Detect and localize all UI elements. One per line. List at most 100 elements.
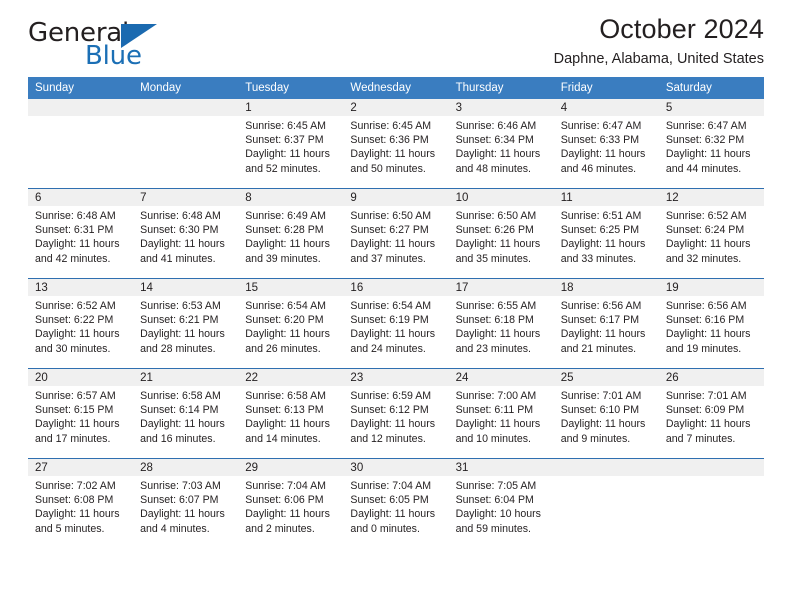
day-sun-info: Sunrise: 6:53 AM Sunset: 6:21 PM Daylight:… [133, 296, 238, 356]
day-info-line: Sunrise: 6:56 AM [560, 300, 642, 312]
day-cell[interactable]: 27 Sunrise: 7:02 AM Sunset: 6:08 PM Dayligh… [28, 459, 134, 548]
calendar-cell[interactable]: 10 Sunrise: 6:50 AM Sunset: 6:26 PM Dayligh… [448, 188, 554, 279]
calendar-cell[interactable]: 13 Sunrise: 6:52 AM Sunset: 6:22 PM Dayligh… [28, 278, 134, 369]
calendar-cell[interactable]: 6 Sunrise: 6:48 AM Sunset: 6:31 PM Daylight… [28, 188, 134, 279]
day-cell[interactable]: 30 Sunrise: 7:04 AM Sunset: 6:05 PM Dayligh… [343, 459, 449, 548]
calendar-cell[interactable]: 7 Sunrise: 6:48 AM Sunset: 6:30 PM Daylight… [133, 188, 239, 279]
day-cell[interactable]: 2 Sunrise: 6:45 AM Sunset: 6:36 PM Daylight… [343, 99, 449, 188]
day-cell[interactable]: 23 Sunrise: 6:59 AM Sunset: 6:12 PM Dayligh… [343, 369, 449, 458]
day-cell[interactable]: 24 Sunrise: 7:00 AM Sunset: 6:11 PM Dayligh… [448, 369, 554, 458]
day-cell[interactable]: 18 Sunrise: 6:56 AM Sunset: 6:17 PM Dayligh… [553, 279, 659, 368]
day-cell[interactable]: 4 Sunrise: 6:47 AM Sunset: 6:33 PM Daylight… [553, 99, 659, 188]
day-info-line: and 5 minutes. [35, 522, 105, 535]
day-cell[interactable]: 7 Sunrise: 6:48 AM Sunset: 6:30 PM Daylight… [133, 189, 239, 278]
calendar-cell[interactable]: 24 Sunrise: 7:00 AM Sunset: 6:11 PM Dayligh… [448, 368, 554, 459]
calendar-cell[interactable]: 1 Sunrise: 6:45 AM Sunset: 6:37 PM Daylight… [238, 99, 344, 189]
calendar-cell[interactable]: 28 Sunrise: 7:03 AM Sunset: 6:07 PM Dayligh… [133, 458, 239, 548]
calendar-cell[interactable]: 21 Sunrise: 6:58 AM Sunset: 6:14 PM Dayligh… [133, 368, 239, 459]
day-cell[interactable]: 31 Sunrise: 7:05 AM Sunset: 6:04 PM Dayligh… [448, 459, 554, 548]
day-cell[interactable]: 10 Sunrise: 6:50 AM Sunset: 6:26 PM Dayligh… [448, 189, 554, 278]
calendar-cell[interactable]: 16 Sunrise: 6:54 AM Sunset: 6:19 PM Dayligh… [343, 278, 449, 369]
day-info-line: Sunrise: 6:55 AM [455, 300, 537, 312]
calendar-cell[interactable]: 26 Sunrise: 7:01 AM Sunset: 6:09 PM Dayligh… [658, 368, 764, 459]
calendar-cell[interactable]: 12 Sunrise: 6:52 AM Sunset: 6:24 PM Dayligh… [658, 188, 764, 279]
day-number: 29 [238, 459, 344, 476]
calendar-cell[interactable]: 8 Sunrise: 6:49 AM Sunset: 6:28 PM Daylight… [238, 188, 344, 279]
calendar-cell[interactable]: 31 Sunrise: 7:05 AM Sunset: 6:04 PM Dayligh… [448, 458, 554, 548]
day-cell[interactable]: 1 Sunrise: 6:45 AM Sunset: 6:37 PM Daylight… [238, 99, 344, 188]
day-cell[interactable]: 9 Sunrise: 6:50 AM Sunset: 6:27 PM Daylight… [343, 189, 449, 278]
general-blue-logo[interactable]: General Blue [28, 18, 218, 71]
weekday-header-row: Sunday Monday Tuesday Wednesday Thursday… [28, 77, 764, 99]
day-sun-info: Sunrise: 7:01 AM Sunset: 6:10 PM Daylight:… [554, 386, 659, 446]
day-info-line: and 41 minutes. [140, 252, 216, 265]
calendar-cell[interactable]: 3 Sunrise: 6:46 AM Sunset: 6:34 PM Daylight… [448, 99, 554, 189]
day-info-line: Daylight: 11 hours [245, 238, 330, 251]
weekday-header-wednesday: Wednesday [343, 77, 449, 99]
calendar-cell[interactable]: 27 Sunrise: 7:02 AM Sunset: 6:08 PM Dayligh… [28, 458, 134, 548]
day-cell[interactable]: 5 Sunrise: 6:47 AM Sunset: 6:32 PM Daylight… [658, 99, 764, 188]
day-info-line: Sunset: 6:14 PM [140, 404, 219, 417]
calendar-cell[interactable] [658, 458, 764, 548]
day-info-line: Sunset: 6:31 PM [35, 224, 114, 237]
day-cell[interactable]: 21 Sunrise: 6:58 AM Sunset: 6:14 PM Dayligh… [133, 369, 239, 458]
day-cell[interactable]: 29 Sunrise: 7:04 AM Sunset: 6:06 PM Dayligh… [238, 459, 344, 548]
day-number: 16 [343, 279, 449, 296]
day-cell[interactable]: 26 Sunrise: 7:01 AM Sunset: 6:09 PM Dayligh… [658, 369, 764, 458]
weekday-header-monday: Monday [133, 77, 239, 99]
day-cell[interactable]: 28 Sunrise: 7:03 AM Sunset: 6:07 PM Dayligh… [133, 459, 239, 548]
day-info-line: Daylight: 11 hours [455, 148, 541, 161]
calendar-cell[interactable]: 18 Sunrise: 6:56 AM Sunset: 6:17 PM Dayligh… [553, 278, 659, 369]
day-cell[interactable]: 14 Sunrise: 6:53 AM Sunset: 6:21 PM Dayligh… [133, 279, 239, 368]
calendar-cell[interactable]: 23 Sunrise: 6:59 AM Sunset: 6:12 PM Dayligh… [343, 368, 449, 459]
calendar-cell[interactable]: 11 Sunrise: 6:51 AM Sunset: 6:25 PM Dayligh… [553, 188, 659, 279]
day-cell[interactable]: 3 Sunrise: 6:46 AM Sunset: 6:34 PM Daylight… [448, 99, 554, 188]
calendar-cell[interactable]: 15 Sunrise: 6:54 AM Sunset: 6:20 PM Dayligh… [238, 278, 344, 369]
calendar-cell[interactable]: 5 Sunrise: 6:47 AM Sunset: 6:32 PM Daylight… [658, 99, 764, 189]
day-cell-empty [133, 99, 239, 188]
day-cell[interactable]: 6 Sunrise: 6:48 AM Sunset: 6:31 PM Daylight… [28, 189, 134, 278]
day-cell[interactable]: 17 Sunrise: 6:55 AM Sunset: 6:18 PM Dayligh… [448, 279, 554, 368]
day-info-line: Daylight: 11 hours [665, 238, 751, 251]
day-info-line: Sunset: 6:09 PM [665, 404, 745, 417]
calendar-cell[interactable]: 14 Sunrise: 6:53 AM Sunset: 6:21 PM Dayligh… [133, 278, 239, 369]
calendar-cell[interactable] [28, 99, 134, 189]
day-info-line: Sunrise: 6:56 AM [665, 300, 747, 312]
day-cell[interactable]: 25 Sunrise: 7:01 AM Sunset: 6:10 PM Dayligh… [553, 369, 659, 458]
calendar-cell[interactable]: 30 Sunrise: 7:04 AM Sunset: 6:05 PM Dayligh… [343, 458, 449, 548]
calendar-cell[interactable]: 29 Sunrise: 7:04 AM Sunset: 6:06 PM Dayligh… [238, 458, 344, 548]
day-info-line: Sunrise: 6:46 AM [455, 120, 537, 132]
day-cell[interactable]: 12 Sunrise: 6:52 AM Sunset: 6:24 PM Dayligh… [658, 189, 764, 278]
calendar-cell[interactable] [553, 458, 659, 548]
calendar-cell[interactable]: 20 Sunrise: 6:57 AM Sunset: 6:15 PM Dayligh… [28, 368, 134, 459]
calendar-cell[interactable]: 22 Sunrise: 6:58 AM Sunset: 6:13 PM Dayligh… [238, 368, 344, 459]
day-cell[interactable]: 22 Sunrise: 6:58 AM Sunset: 6:13 PM Dayligh… [238, 369, 344, 458]
day-info-line: Daylight: 11 hours [245, 418, 330, 431]
sunrise-sunset-calendar: Sunday Monday Tuesday Wednesday Thursday… [28, 77, 764, 548]
day-info-line: Sunset: 6:34 PM [455, 134, 534, 147]
day-info-line: and 23 minutes. [455, 342, 531, 355]
day-cell[interactable]: 16 Sunrise: 6:54 AM Sunset: 6:19 PM Dayligh… [343, 279, 449, 368]
day-cell[interactable]: 15 Sunrise: 6:54 AM Sunset: 6:20 PM Dayligh… [238, 279, 344, 368]
page-header: General Blue October 2024 Daphne, Alabam… [28, 0, 764, 74]
calendar-cell[interactable]: 19 Sunrise: 6:56 AM Sunset: 6:16 PM Dayligh… [658, 278, 764, 369]
day-info-line: and 10 minutes. [455, 432, 531, 445]
day-info-line: and 14 minutes. [245, 432, 321, 445]
day-cell[interactable]: 11 Sunrise: 6:51 AM Sunset: 6:25 PM Dayligh… [553, 189, 659, 278]
calendar-cell[interactable]: 25 Sunrise: 7:01 AM Sunset: 6:10 PM Dayligh… [553, 368, 659, 459]
calendar-cell[interactable]: 9 Sunrise: 6:50 AM Sunset: 6:27 PM Daylight… [343, 188, 449, 279]
day-info-line: Sunset: 6:07 PM [140, 494, 219, 507]
day-cell[interactable]: 13 Sunrise: 6:52 AM Sunset: 6:22 PM Dayligh… [28, 279, 134, 368]
calendar-cell[interactable] [133, 99, 239, 189]
calendar-cell[interactable]: 2 Sunrise: 6:45 AM Sunset: 6:36 PM Daylight… [343, 99, 449, 189]
day-cell[interactable]: 20 Sunrise: 6:57 AM Sunset: 6:15 PM Dayligh… [28, 369, 134, 458]
calendar-cell[interactable]: 4 Sunrise: 6:47 AM Sunset: 6:33 PM Daylight… [553, 99, 659, 189]
day-cell[interactable]: 19 Sunrise: 6:56 AM Sunset: 6:16 PM Dayligh… [658, 279, 764, 368]
page-subtitle: Daphne, Alabama, United States [553, 51, 764, 67]
day-cell[interactable]: 8 Sunrise: 6:49 AM Sunset: 6:28 PM Daylight… [238, 189, 344, 278]
day-sun-info: Sunrise: 7:04 AM Sunset: 6:06 PM Daylight:… [238, 476, 343, 536]
calendar-cell[interactable]: 17 Sunrise: 6:55 AM Sunset: 6:18 PM Dayligh… [448, 278, 554, 369]
day-info-line: and 16 minutes. [140, 432, 216, 445]
day-sun-info: Sunrise: 6:51 AM Sunset: 6:25 PM Daylight:… [554, 206, 659, 266]
day-info-line: Daylight: 11 hours [245, 508, 330, 521]
